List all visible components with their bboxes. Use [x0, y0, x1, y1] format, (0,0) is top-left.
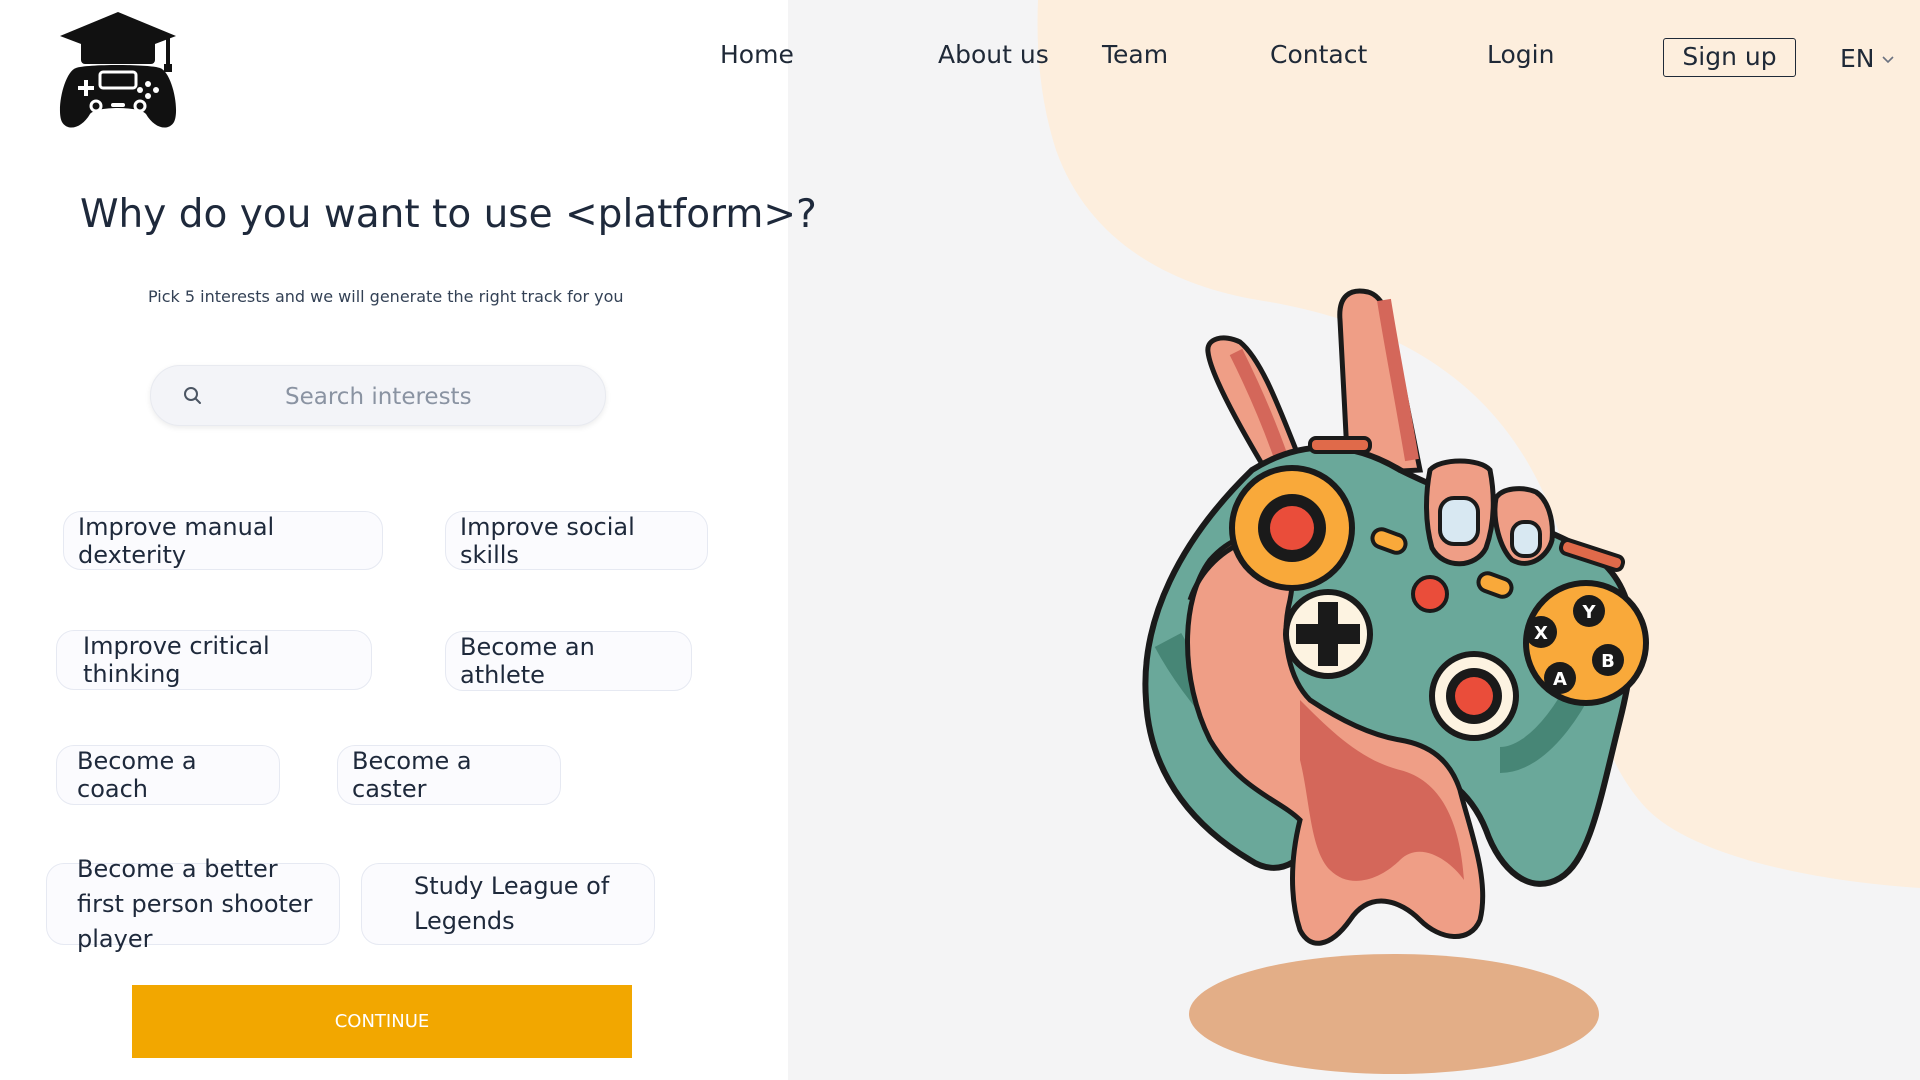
nav-login[interactable]: Login: [1487, 40, 1554, 69]
gamepad-hand-illustration: Y X B A: [1142, 288, 1649, 1074]
interest-chip-critical-thinking[interactable]: Improve critical thinking: [56, 630, 372, 690]
graduation-cap-gamepad-icon[interactable]: [56, 10, 180, 132]
page-title: Why do you want to use <platform>?: [80, 192, 817, 237]
search-box[interactable]: [150, 365, 606, 426]
button-a-label: A: [1553, 669, 1567, 690]
floor-shadow: [1189, 954, 1599, 1074]
chevron-down-icon: [1881, 56, 1894, 64]
button-y-label: Y: [1581, 602, 1596, 623]
interest-chip-league-of-legends[interactable]: Study League of Legends: [361, 863, 655, 945]
continue-button[interactable]: CONTINUE: [132, 985, 632, 1058]
language-selector[interactable]: EN: [1840, 44, 1895, 73]
button-b-label: B: [1601, 651, 1615, 672]
sign-up-button[interactable]: Sign up: [1663, 38, 1796, 77]
search-icon: [184, 387, 201, 404]
language-label: EN: [1840, 44, 1875, 73]
interest-chip-coach[interactable]: Become a coach: [56, 745, 280, 805]
interest-chip-manual-dexterity[interactable]: Improve manual dexterity: [63, 511, 383, 570]
nav-contact[interactable]: Contact: [1270, 40, 1367, 69]
interest-chip-fps-player[interactable]: Become a better first person shooter pla…: [46, 855, 340, 953]
nav-about-us[interactable]: About us: [938, 40, 1049, 69]
search-input[interactable]: [283, 376, 587, 418]
nav-team[interactable]: Team: [1102, 40, 1168, 69]
interest-chip-social-skills[interactable]: Improve social skills: [445, 511, 708, 570]
interest-chip-caster[interactable]: Become a caster: [337, 745, 561, 805]
page-subtitle: Pick 5 interests and we will generate th…: [148, 287, 624, 306]
nav-home[interactable]: Home: [720, 40, 794, 69]
interest-chip-athlete[interactable]: Become an athlete: [445, 631, 692, 691]
button-x-label: X: [1534, 623, 1548, 644]
